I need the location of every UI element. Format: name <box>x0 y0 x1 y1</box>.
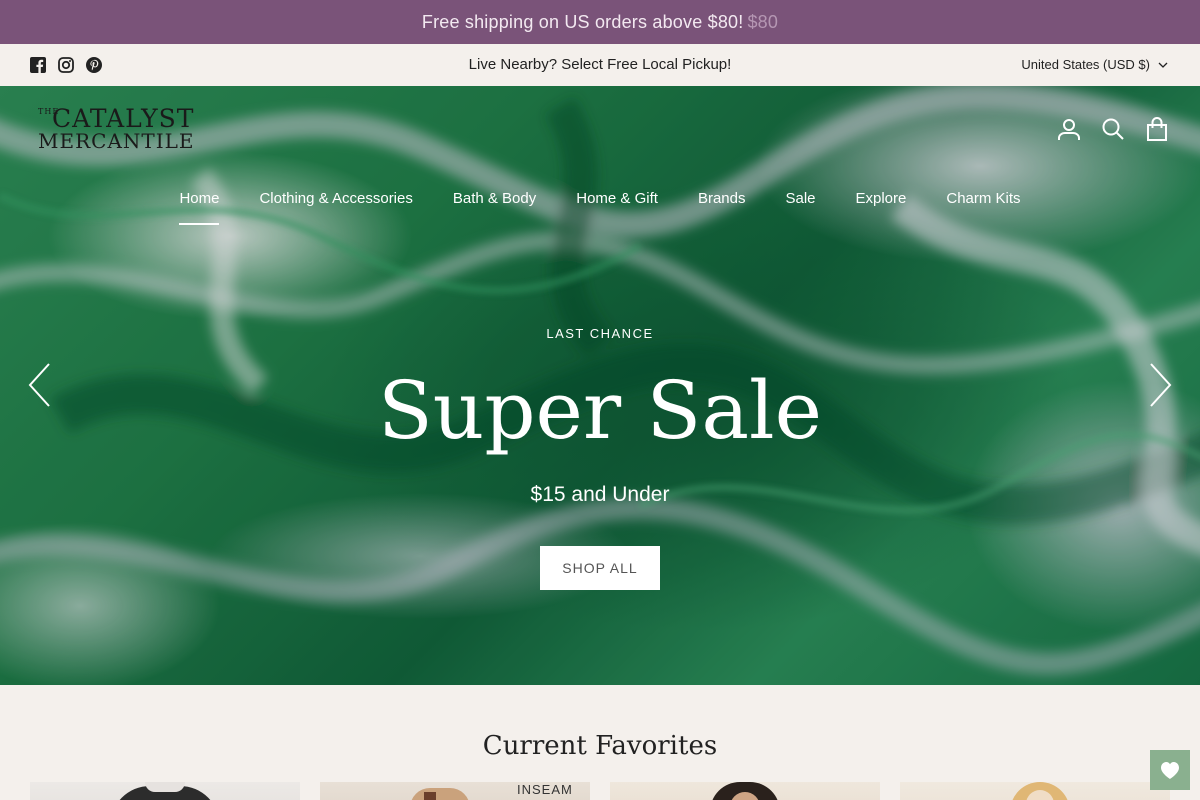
nav-item-home-gift[interactable]: Home & Gift <box>576 190 658 225</box>
announcement-bar: Free shipping on US orders above $80! $8… <box>0 0 1200 44</box>
shop-all-button[interactable]: SHOP ALL <box>540 546 660 590</box>
local-pickup-link[interactable]: Live Nearby? Select Free Local Pickup! <box>469 56 732 73</box>
hero-subtitle: $15 and Under <box>530 483 670 506</box>
nav-item-sale[interactable]: Sale <box>785 190 815 225</box>
utility-bar: Live Nearby? Select Free Local Pickup! U… <box>0 44 1200 86</box>
wishlist-button[interactable] <box>1150 750 1190 790</box>
product-card[interactable] <box>610 782 880 800</box>
section-heading: Current Favorites <box>482 731 718 761</box>
logo-the: THE <box>38 107 60 116</box>
nav-item-explore[interactable]: Explore <box>856 190 907 225</box>
nav-item-charm-kits[interactable]: Charm Kits <box>946 190 1020 225</box>
announcement-muted-price: $80 <box>747 11 779 32</box>
header-icons <box>1056 116 1170 142</box>
hero-slideshow: THECATALYST MERCANTILE Home Clothing & A… <box>0 86 1200 685</box>
logo-line2: MERCANTILE <box>38 129 195 153</box>
currency-label: United States (USD $) <box>1021 57 1150 72</box>
current-favorites-section: Current Favorites INSEAM <box>0 685 1200 800</box>
nav-item-clothing-accessories[interactable]: Clothing & Accessories <box>259 190 412 225</box>
account-icon[interactable] <box>1056 116 1082 142</box>
site-logo[interactable]: THECATALYST MERCANTILE <box>38 106 195 153</box>
chevron-right-icon[interactable] <box>1147 362 1173 408</box>
hero-kicker: LAST CHANCE <box>546 326 654 341</box>
main-nav: Home Clothing & Accessories Bath & Body … <box>0 190 1200 225</box>
search-icon[interactable] <box>1100 116 1126 142</box>
nav-item-brands[interactable]: Brands <box>698 190 746 225</box>
announcement-text: Free shipping on US orders above $80! <box>421 11 744 32</box>
heart-icon <box>1161 762 1179 779</box>
product-card[interactable] <box>900 782 1170 800</box>
chevron-left-icon[interactable] <box>27 362 53 408</box>
currency-selector[interactable]: United States (USD $) <box>1021 57 1168 72</box>
product-card[interactable] <box>30 782 300 800</box>
hero-title: Super Sale <box>378 364 822 457</box>
cart-icon[interactable] <box>1144 116 1170 142</box>
nav-item-bath-body[interactable]: Bath & Body <box>453 190 536 225</box>
nav-item-home[interactable]: Home <box>179 190 220 225</box>
chevron-down-icon <box>1158 62 1168 68</box>
product-card-label: INSEAM <box>517 782 573 797</box>
product-card[interactable]: INSEAM <box>320 782 590 800</box>
